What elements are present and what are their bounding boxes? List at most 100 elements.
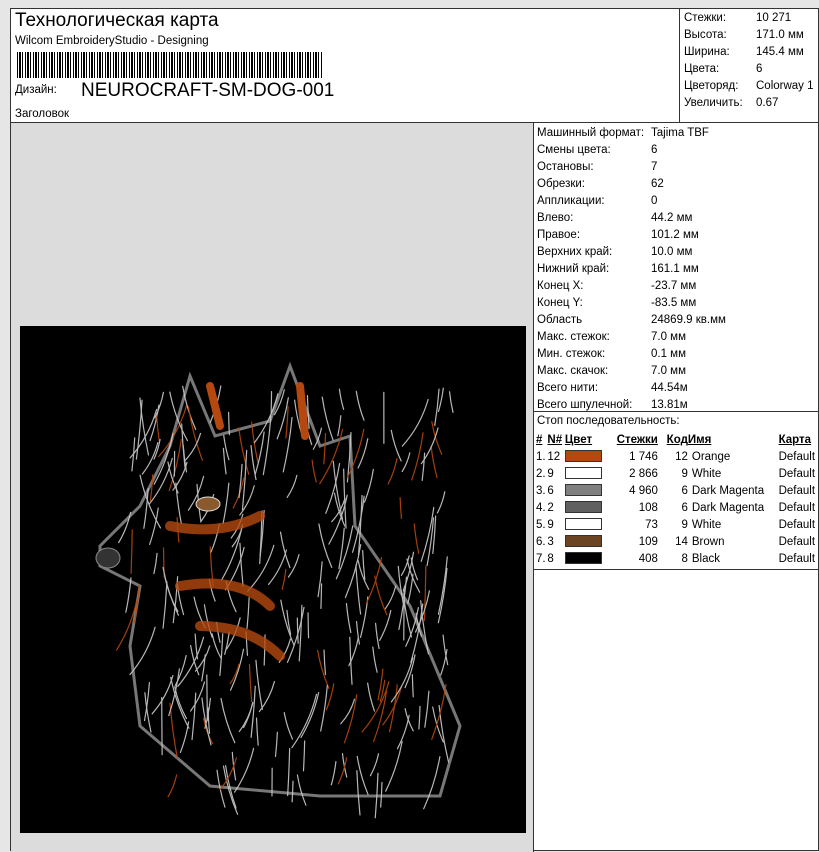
fur-stroke <box>391 658 412 702</box>
fur-stroke <box>365 470 374 503</box>
fur-stroke <box>251 686 255 737</box>
cell-map: Default <box>779 516 819 533</box>
fur-stroke <box>344 695 356 743</box>
fur-stroke <box>282 569 286 589</box>
column-header[interactable]: # <box>536 431 547 448</box>
fur-stroke <box>402 453 410 472</box>
stat-row: Ширина:145.4 мм <box>684 44 819 61</box>
stat-value: 10 271 <box>756 10 791 27</box>
stat-row: Макс. стежок:7.0 мм <box>537 329 819 346</box>
column-header[interactable]: Код <box>658 431 688 448</box>
fur-stroke <box>292 694 317 747</box>
fur-stroke <box>233 478 244 508</box>
fur-stroke <box>297 618 298 643</box>
cell-n: 9 <box>547 516 564 533</box>
stat-value: 10.0 мм <box>651 244 692 261</box>
cell-stitches: 108 <box>609 499 658 516</box>
cell-stitches: 73 <box>609 516 658 533</box>
column-header[interactable]: Стежки <box>609 431 658 448</box>
cell-map: Default <box>779 533 819 550</box>
fur-stroke <box>150 475 152 501</box>
software-name: Wilcom EmbroideryStudio - Designing <box>15 35 209 47</box>
stat-label: Остановы: <box>537 159 651 176</box>
fur-stroke <box>322 397 333 440</box>
column-header[interactable]: Цвет <box>565 431 609 448</box>
fur-stroke <box>204 605 212 637</box>
column-header[interactable]: N# <box>547 431 564 448</box>
dog-embroidery-image <box>20 326 526 833</box>
fur-stroke <box>370 754 378 776</box>
preview-panel <box>11 123 534 852</box>
color-row[interactable]: 7.84088BlackDefault <box>536 550 819 567</box>
fur-stroke <box>363 551 365 580</box>
color-row[interactable]: 4.21086Dark MagentaDefault <box>536 499 819 516</box>
color-swatch-cell <box>565 465 609 482</box>
fur-stroke <box>281 600 294 645</box>
fur-stroke <box>126 578 131 612</box>
stat-value: 0 <box>651 193 657 210</box>
fur-stroke <box>222 525 243 580</box>
stat-value: 0.67 <box>756 95 778 112</box>
color-swatch-cell <box>565 499 609 516</box>
stat-label: Обрезки: <box>537 176 651 193</box>
cell-i: 5. <box>536 516 547 533</box>
color-row[interactable]: 3.64 9606Dark MagentaDefault <box>536 482 819 499</box>
stat-row: Обрезки:62 <box>537 176 819 193</box>
details-panel: Машинный формат:Tajima TBFСмены цвета:6О… <box>534 123 819 570</box>
color-row[interactable]: 1.121 74612OrangeDefault <box>536 448 819 465</box>
color-row[interactable]: 5.9739WhiteDefault <box>536 516 819 533</box>
color-row[interactable]: 6.310914BrownDefault <box>536 533 819 550</box>
fur-stroke <box>412 433 423 480</box>
fur-stroke <box>303 741 304 771</box>
fur-stroke <box>207 675 208 720</box>
fur-stroke <box>239 428 249 474</box>
cell-n: 8 <box>547 550 564 567</box>
fur-stroke <box>450 392 453 413</box>
fur-stroke <box>263 416 271 474</box>
fur-stroke <box>357 771 360 815</box>
fur-stroke <box>344 469 346 528</box>
column-header[interactable]: Карта <box>779 431 819 448</box>
fur-stroke <box>381 783 382 808</box>
fur-stroke <box>405 655 415 688</box>
column-header[interactable]: Имя <box>688 431 779 448</box>
fur-stroke <box>356 391 364 420</box>
cell-code: 9 <box>658 465 688 482</box>
fur-stroke <box>221 699 235 743</box>
stat-value: 7 <box>651 159 657 176</box>
color-swatch <box>565 552 602 564</box>
fur-stroke <box>400 498 401 519</box>
fur-stroke <box>240 543 243 586</box>
stat-value: 145.4 мм <box>756 44 804 61</box>
fur-stroke <box>321 584 322 609</box>
fur-stroke <box>341 699 355 724</box>
cell-map: Default <box>779 448 819 465</box>
stat-row: Влево:44.2 мм <box>537 210 819 227</box>
cell-n: 3 <box>547 533 564 550</box>
cell-map: Default <box>779 482 819 499</box>
fur-stroke <box>175 687 187 719</box>
color-swatch-cell <box>565 550 609 567</box>
fur-stroke <box>163 582 167 628</box>
fur-stroke <box>142 443 158 474</box>
fur-stroke <box>191 682 205 711</box>
fur-stroke <box>424 566 425 621</box>
fur-stroke <box>324 434 326 464</box>
fur-stroke <box>288 749 290 796</box>
stat-value: Colorway 1 <box>756 78 814 95</box>
fur-stroke <box>292 781 293 802</box>
cell-stitches: 408 <box>609 550 658 567</box>
cell-code: 14 <box>658 533 688 550</box>
stat-row: Область24869.9 кв.мм <box>537 312 819 329</box>
color-swatch <box>565 450 602 462</box>
color-row[interactable]: 2.92 8669WhiteDefault <box>536 465 819 482</box>
design-name: NEUROCRAFT-SM-DOG-001 <box>81 80 334 102</box>
fur-stroke <box>435 389 439 425</box>
color-swatch <box>565 518 602 530</box>
fur-stroke <box>239 704 252 732</box>
fur-stroke <box>235 748 254 792</box>
stat-row: Стежки:10 271 <box>684 10 819 27</box>
fur-stroke <box>284 713 292 739</box>
design-stats: Машинный формат:Tajima TBFСмены цвета:6О… <box>534 123 819 412</box>
color-swatch-cell <box>565 448 609 465</box>
